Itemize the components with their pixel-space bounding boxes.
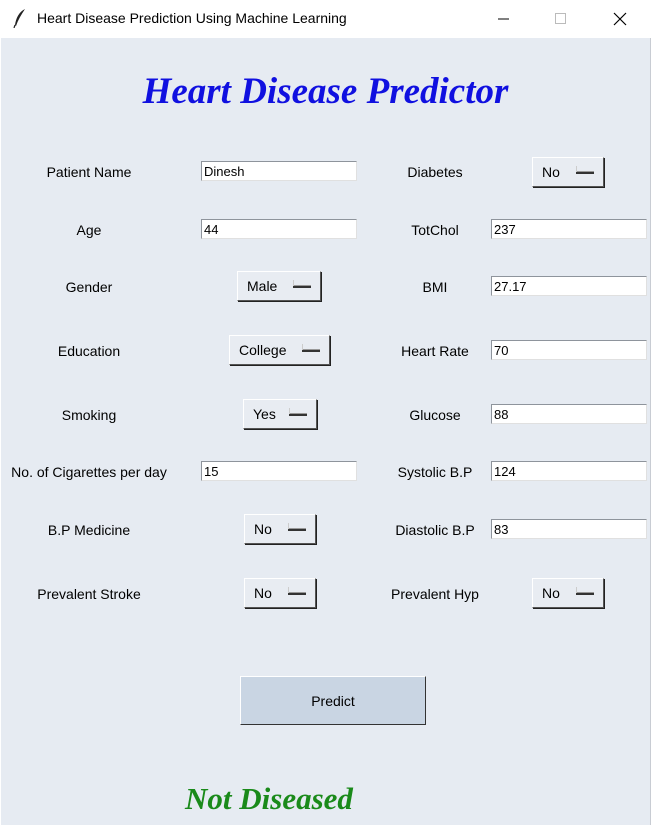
totchol-label: TotChol bbox=[411, 222, 459, 238]
cigs-per-day-label: No. of Cigarettes per day bbox=[11, 464, 167, 480]
systolic-bp-label: Systolic B.P bbox=[397, 464, 473, 480]
patient-name-label: Patient Name bbox=[46, 164, 132, 180]
glucose-field[interactable] bbox=[491, 404, 647, 424]
minimize-button[interactable] bbox=[481, 0, 527, 38]
diabetes-label: Diabetes bbox=[407, 164, 463, 180]
bmi-field[interactable] bbox=[491, 276, 647, 296]
gender-label: Gender bbox=[65, 279, 113, 295]
maximize-button[interactable] bbox=[538, 0, 584, 38]
gender-value: Male bbox=[247, 278, 278, 294]
diastolic-bp-label: Diastolic B.P bbox=[395, 522, 475, 538]
prediction-result: Not Diseased bbox=[185, 781, 353, 816]
diabetes-select[interactable]: No bbox=[532, 157, 604, 187]
age-label: Age bbox=[76, 222, 102, 238]
close-button[interactable] bbox=[597, 0, 643, 38]
title-bar: Heart Disease Prediction Using Machine L… bbox=[0, 0, 655, 38]
patient-name-field[interactable] bbox=[201, 161, 357, 181]
prevalent-stroke-value: No bbox=[254, 585, 272, 601]
smoking-label: Smoking bbox=[61, 407, 117, 423]
bp-medicine-select[interactable]: No bbox=[244, 514, 316, 544]
totchol-field[interactable] bbox=[491, 219, 647, 239]
bmi-label: BMI bbox=[422, 279, 448, 295]
maximize-icon bbox=[555, 13, 566, 24]
smoking-select[interactable]: Yes bbox=[243, 399, 317, 429]
main-panel: Heart Disease Predictor Patient Name Age… bbox=[1, 38, 651, 825]
bp-medicine-label: B.P Medicine bbox=[47, 522, 131, 538]
close-icon bbox=[613, 12, 627, 26]
feather-icon bbox=[13, 9, 25, 28]
prevalent-stroke-select[interactable]: No bbox=[244, 578, 316, 608]
smoking-value: Yes bbox=[253, 406, 276, 422]
option-indicator-icon bbox=[289, 408, 307, 416]
prevalent-stroke-label: Prevalent Stroke bbox=[37, 586, 141, 602]
gender-select[interactable]: Male bbox=[237, 271, 321, 301]
glucose-label: Glucose bbox=[409, 407, 461, 423]
systolic-bp-field[interactable] bbox=[491, 461, 647, 481]
prevalent-hyp-value: No bbox=[542, 585, 560, 601]
window-title: Heart Disease Prediction Using Machine L… bbox=[37, 10, 347, 26]
predict-button[interactable]: Predict bbox=[240, 676, 426, 725]
age-field[interactable] bbox=[201, 219, 357, 239]
bp-medicine-value: No bbox=[254, 521, 272, 537]
option-indicator-icon bbox=[293, 280, 311, 288]
education-value: College bbox=[239, 342, 287, 358]
option-indicator-icon bbox=[576, 587, 594, 595]
prevalent-hyp-select[interactable]: No bbox=[532, 578, 604, 608]
option-indicator-icon bbox=[576, 166, 594, 174]
prevalent-hyp-label: Prevalent Hyp bbox=[391, 586, 479, 602]
education-label: Education bbox=[57, 343, 121, 359]
option-indicator-icon bbox=[302, 344, 320, 352]
minimize-icon bbox=[498, 18, 509, 20]
heart-rate-field[interactable] bbox=[491, 340, 647, 360]
diabetes-value: No bbox=[542, 164, 560, 180]
option-indicator-icon bbox=[288, 523, 306, 531]
cigs-per-day-field[interactable] bbox=[201, 461, 357, 481]
education-select[interactable]: College bbox=[229, 335, 330, 365]
page-title: Heart Disease Predictor bbox=[142, 71, 509, 112]
diastolic-bp-field[interactable] bbox=[491, 519, 647, 539]
option-indicator-icon bbox=[288, 587, 306, 595]
heart-rate-label: Heart Rate bbox=[401, 343, 469, 359]
